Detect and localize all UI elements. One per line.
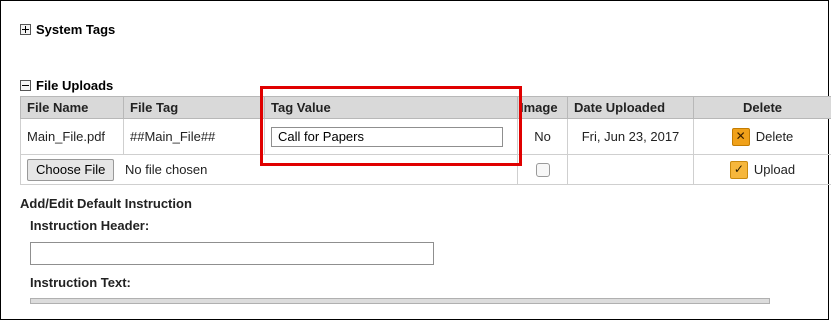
file-uploads-toggle[interactable]: File Uploads bbox=[20, 78, 113, 93]
date-uploaded-cell: Fri, Jun 23, 2017 bbox=[568, 119, 694, 155]
file-uploads-table: File Name File Tag Tag Value Image Date … bbox=[20, 96, 831, 185]
file-chooser-cell: Choose File No file chosen bbox=[21, 155, 518, 185]
col-header-date-uploaded: Date Uploaded bbox=[568, 97, 694, 119]
tag-value-input[interactable] bbox=[271, 127, 503, 147]
choose-file-button[interactable]: Choose File bbox=[27, 159, 114, 181]
empty-date-cell bbox=[568, 155, 694, 185]
instruction-header-input[interactable] bbox=[30, 242, 434, 265]
image-checkbox[interactable] bbox=[536, 163, 550, 177]
table-header-row: File Name File Tag Tag Value Image Date … bbox=[21, 97, 831, 119]
instruction-text-label: Instruction Text: bbox=[30, 275, 131, 290]
col-header-file-name: File Name bbox=[21, 97, 124, 119]
delete-button-label: Delete bbox=[756, 129, 794, 144]
upload-row: Choose File No file chosen ✓ Upload bbox=[21, 155, 831, 185]
file-tag-cell: ##Main_File## bbox=[124, 119, 265, 155]
col-header-delete: Delete bbox=[694, 97, 831, 119]
file-uploads-label: File Uploads bbox=[36, 78, 113, 93]
instruction-header-label: Instruction Header: bbox=[30, 218, 149, 233]
plus-toggle-icon[interactable] bbox=[20, 24, 31, 35]
delete-cell: ✕ Delete bbox=[694, 119, 831, 155]
file-name-cell: Main_File.pdf bbox=[21, 119, 124, 155]
delete-button[interactable]: ✕ Delete bbox=[732, 128, 794, 146]
system-tags-label: System Tags bbox=[36, 22, 115, 37]
instruction-section-title: Add/Edit Default Instruction bbox=[20, 196, 192, 211]
table-row: Main_File.pdf ##Main_File## No Fri, Jun … bbox=[21, 119, 831, 155]
no-file-chosen-text: No file chosen bbox=[125, 162, 207, 177]
col-header-file-tag: File Tag bbox=[124, 97, 265, 119]
system-tags-toggle[interactable]: System Tags bbox=[20, 22, 115, 37]
upload-button-label: Upload bbox=[754, 162, 795, 177]
delete-x-icon: ✕ bbox=[732, 128, 750, 146]
upload-check-icon: ✓ bbox=[730, 161, 748, 179]
col-header-image: Image bbox=[518, 97, 568, 119]
upload-button[interactable]: ✓ Upload bbox=[730, 161, 795, 179]
tag-value-cell bbox=[265, 119, 518, 155]
upload-cell: ✓ Upload bbox=[694, 155, 831, 185]
image-cell: No bbox=[518, 119, 568, 155]
minus-toggle-icon[interactable] bbox=[20, 80, 31, 91]
image-checkbox-cell bbox=[518, 155, 568, 185]
col-header-tag-value: Tag Value bbox=[265, 97, 518, 119]
editor-toolbar bbox=[30, 298, 770, 304]
